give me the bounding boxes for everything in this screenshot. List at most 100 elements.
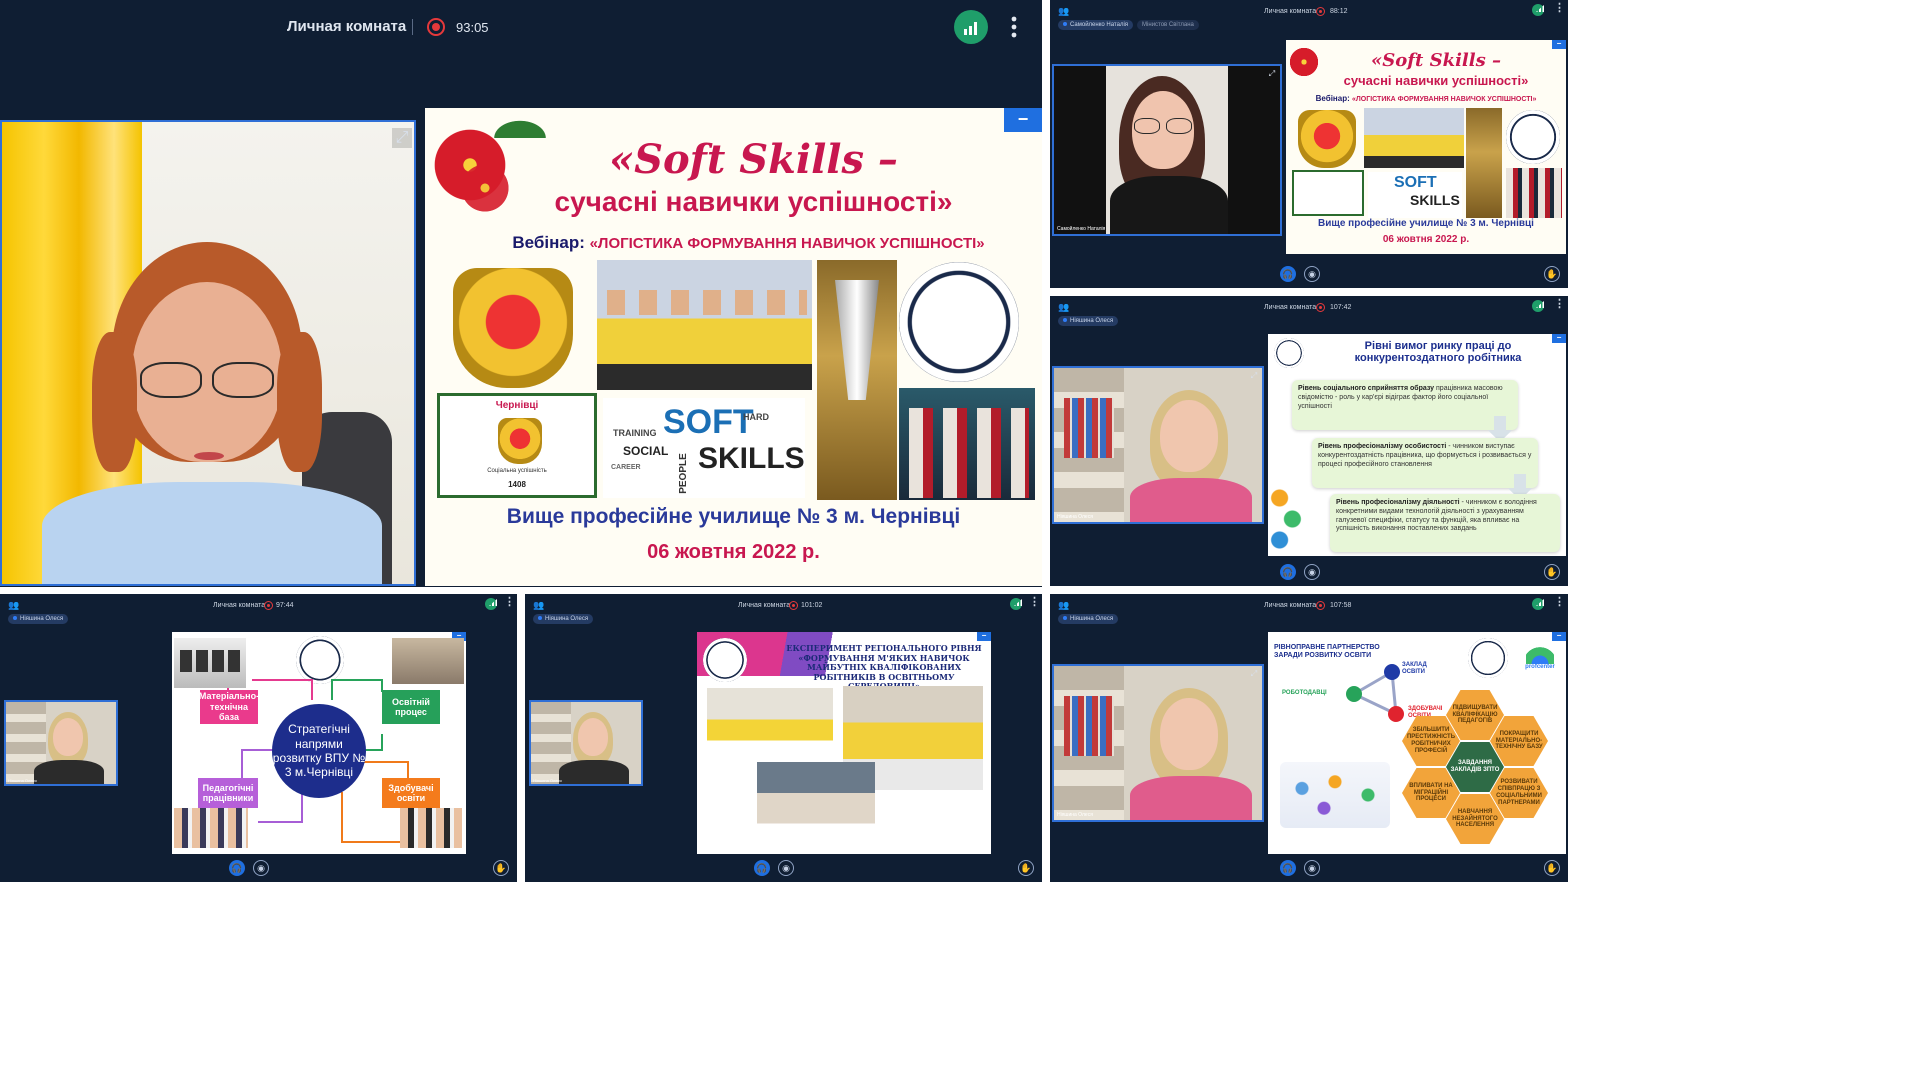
expand-icon[interactable]: ⤢ [1248,370,1260,382]
people-icon[interactable]: 👥 [1058,6,1069,17]
panel-topbar: 👥 Личная комната 107:58 ⋮ [1050,594,1568,622]
recording-timer: 107:42 [1330,304,1352,311]
hand-icon[interactable]: ✋ [1544,860,1560,876]
slide-title: ЕКСПЕРИМЕНТ РЕГІОНАЛЬНОГО РІВНЯ «ФОРМУВА… [786,643,982,691]
more-icon[interactable]: ⋮ [504,597,515,608]
panel-controls: 🎧 ◉ [525,860,1042,876]
webinar-line: Вебінар: «ЛОГІСТИКА ФОРМУВАННЯ НАВИЧОК У… [1315,94,1537,103]
hand-icon[interactable]: ✋ [1544,564,1560,580]
expand-icon[interactable]: ⤢ [392,128,412,148]
participant-video[interactable]: Ніяшина Олеся [529,700,643,786]
panel-topbar: 👥 Личная комната 107:42 ⋮ [1050,296,1568,324]
glasses-icon [140,362,202,398]
main-conference-panel: Личная комната 93:05 ⤢ − «Soft Skills – … [0,0,1042,587]
colorful-pattern [1270,484,1302,554]
participant-chip[interactable]: Ніяшина Олеся [1058,316,1119,326]
panel-controls: 🎧 ◉ [1050,860,1568,876]
record-icon [1316,303,1325,312]
city-badge-label: Чернівці [495,400,539,411]
headset-icon[interactable]: 🎧 [1280,564,1296,580]
signal-icon[interactable] [485,598,497,610]
participant-chip[interactable]: Самойленко Наталія [1058,20,1134,30]
panel-bottom-mid: 👥 Личная комната 101:02 ⋮ Ніяшина Олеся … [525,594,1042,882]
node-label: РОБОТОДАВЦІ [1282,690,1327,696]
strategy-center: Стратегічні напрями розвитку ВПУ № 3 м.Ч… [272,704,366,798]
recording-timer: 97:44 [276,602,294,609]
more-icon[interactable]: ⋮ [1029,597,1040,608]
headset-icon[interactable]: 🎧 [229,860,245,876]
event-date: 06 жовтня 2022 р. [647,541,820,563]
people-icon[interactable]: 👥 [1058,600,1069,611]
panel-topbar: 👥 Личная комната 101:02 ⋮ [525,594,1042,622]
slide-subtitle: сучасні навички успішності» [554,186,953,217]
hand-icon[interactable]: ✋ [1018,860,1034,876]
signal-icon[interactable] [1010,598,1022,610]
panel-controls: 🎧 ◉ [1050,564,1568,580]
participant-chip[interactable]: Мінистов Світлана [1137,20,1199,30]
signal-icon[interactable] [954,10,988,44]
minimize-icon[interactable]: − [1004,108,1042,132]
fashion-photo [899,388,1035,500]
participant-video[interactable]: Ніяшина Олеся ⤢ [1052,664,1264,822]
room-title: Личная комната [738,602,791,609]
people-icon[interactable]: 👥 [1058,302,1069,313]
record-icon [1316,7,1325,16]
people-icon[interactable]: 👥 [533,600,544,611]
participant-chip[interactable]: Ніяшина Олеся [1058,614,1119,624]
signal-icon[interactable] [1532,4,1544,16]
headset-icon[interactable]: 🎧 [1280,860,1296,876]
headset-icon[interactable]: 🎧 [754,860,770,876]
roundtable-photo [757,762,875,850]
hand-icon[interactable]: ✋ [1544,266,1560,282]
more-icon[interactable]: ⋮ [1554,299,1565,310]
room-title: Личная комната [1264,602,1317,609]
more-icon[interactable]: ⋮ [1554,597,1565,608]
crest-caption: Соціальна успішність [487,468,547,474]
main-slide: − «Soft Skills – сучасні навички успішно… [425,108,1042,586]
camera-off-icon[interactable]: ◉ [778,860,794,876]
slide-title: «Soft Skills – [1371,50,1501,71]
expand-icon[interactable]: ⤢ [1248,668,1260,680]
students-photo [400,808,462,848]
panel-bottom-right: 👥 Личная комната 107:58 ⋮ Ніяшина Олеся … [1050,594,1568,882]
more-icon[interactable] [1010,15,1018,39]
participant-chips: Ніяшина Олеся [1058,316,1119,326]
strategy-box: Здобувачі освіти [382,778,440,808]
more-icon[interactable]: ⋮ [1554,3,1565,14]
speaker-video[interactable]: ⤢ [0,120,416,586]
room-title: Личная комната [213,602,266,609]
slide-title: Рівні вимог ринку праці до конкурентозда… [1354,340,1522,364]
partnership-slide: − РІВНОПРАВНЕ ПАРТНЕРСТВО ЗАРАДИ РОЗВИТК… [1268,632,1566,854]
camera-off-icon[interactable]: ◉ [1304,564,1320,580]
participant-chips: Ніяшина Олеся [533,614,594,624]
hand-icon[interactable]: ✋ [493,860,509,876]
camera-off-icon[interactable]: ◉ [1304,860,1320,876]
camera-off-icon[interactable]: ◉ [253,860,269,876]
expand-icon[interactable]: ⤢ [1266,68,1278,80]
participant-chip[interactable]: Ніяшина Олеся [533,614,594,624]
education-icons [1280,762,1390,828]
participant-video[interactable]: Ніяшина Олеся ⤢ [1052,366,1264,524]
level-card: Рівень професіоналізму діяльності - чинн… [1330,494,1560,552]
headset-icon[interactable]: 🎧 [1280,266,1296,282]
camera-name-label: Ніяшина Олеся [1057,514,1093,520]
year-label: 1408 [508,480,526,489]
signal-icon[interactable] [1532,300,1544,312]
city-crest [453,268,573,388]
participant-video[interactable]: Самойленко Наталія ⤢ [1052,64,1282,236]
minimize-icon[interactable]: − [1552,334,1566,343]
minimize-icon[interactable]: − [1552,40,1566,49]
webinar-line: Вебінар: «ЛОГІСТИКА ФОРМУВАННЯ НАВИЧОК У… [512,233,985,252]
slide-subtitle: сучасні навички успішності» [1343,73,1529,88]
people-icon[interactable]: 👥 [8,600,19,611]
camera-off-icon[interactable]: ◉ [1304,266,1320,282]
school-name: Вище професійне училище № 3 м. Чернівці [1318,218,1534,229]
panel-mid-right: 👥 Личная комната 107:42 ⋮ Ніяшина Олеся … [1050,296,1568,586]
strategy-box: Педагогічні працівники [198,778,258,808]
participant-video[interactable]: Ніяшина Олеся [4,700,118,786]
node-label: ЗАКЛАД ОСВІТИ [1402,662,1427,675]
main-topbar: Личная комната 93:05 [0,0,1042,60]
signal-icon[interactable] [1532,598,1544,610]
participant-chip[interactable]: Ніяшина Олеся [8,614,69,624]
conference-collage: Личная комната 93:05 ⤢ − «Soft Skills – … [0,0,1920,1080]
